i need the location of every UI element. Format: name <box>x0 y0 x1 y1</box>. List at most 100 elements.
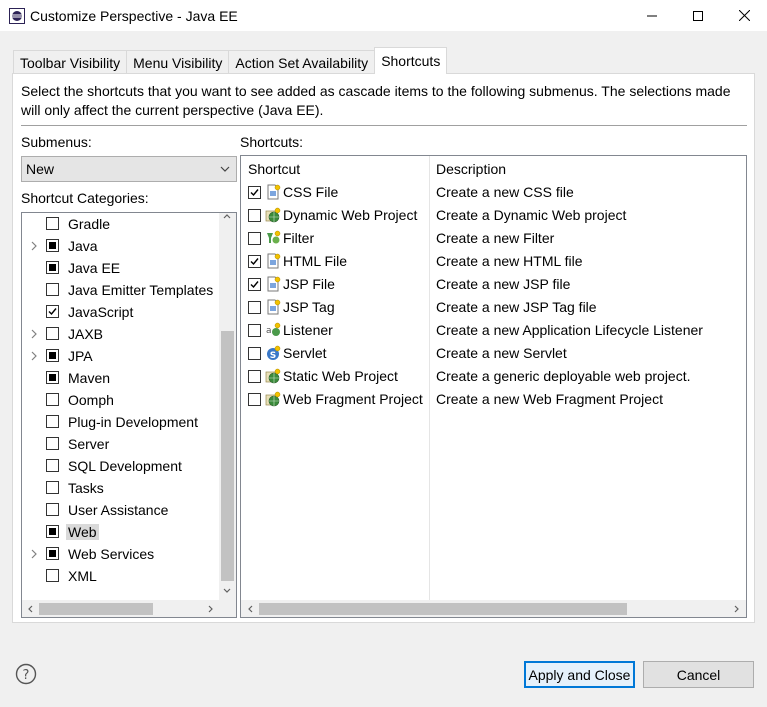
category-item[interactable]: Web <box>22 521 220 543</box>
category-item[interactable]: Tasks <box>22 477 220 499</box>
shortcut-checkbox[interactable] <box>248 347 261 360</box>
category-item[interactable]: JPA <box>22 345 220 367</box>
shortcut-checkbox[interactable] <box>248 186 261 199</box>
shortcut-checkbox[interactable] <box>248 232 261 245</box>
table-row[interactable]: Filter Create a new Filter <box>241 227 746 250</box>
shortcut-checkbox[interactable] <box>248 209 261 222</box>
shortcut-checkbox[interactable] <box>248 255 261 268</box>
shortcut-checkbox[interactable] <box>248 370 261 383</box>
servlet-icon: S <box>267 345 281 361</box>
horizontal-scroll-thumb[interactable] <box>259 603 627 615</box>
submenus-dropdown[interactable]: New <box>21 156 237 182</box>
category-item[interactable]: Gradle <box>22 213 220 235</box>
category-item[interactable]: User Assistance <box>22 499 220 521</box>
shortcut-checkbox[interactable] <box>248 278 261 291</box>
category-checkbox[interactable] <box>46 371 59 384</box>
shortcuts-horizontal-scrollbar[interactable] <box>241 600 746 617</box>
category-checkbox[interactable] <box>46 349 59 362</box>
category-item[interactable]: SQL Development <box>22 455 220 477</box>
shortcut-description: Create a new Servlet <box>436 345 567 361</box>
category-item[interactable]: Oomph <box>22 389 220 411</box>
shortcut-checkbox[interactable] <box>248 324 261 337</box>
category-item[interactable]: Web Services <box>22 543 220 565</box>
scroll-down-icon[interactable] <box>222 586 232 596</box>
category-item[interactable]: JavaScript <box>22 301 220 323</box>
shortcut-name: Static Web Project <box>283 368 398 384</box>
category-label: Web Services <box>68 546 155 562</box>
category-checkbox[interactable] <box>46 393 59 406</box>
tab-shortcuts[interactable]: Shortcuts <box>374 47 448 74</box>
category-item[interactable]: Java Emitter Templates <box>22 279 220 301</box>
vertical-scroll-thumb[interactable] <box>221 331 234 581</box>
table-row[interactable]: Dynamic Web Project Create a Dynamic Web … <box>241 204 746 227</box>
category-item[interactable]: Maven <box>22 367 220 389</box>
title-bar: Customize Perspective - Java EE <box>0 0 767 31</box>
separator <box>21 125 747 126</box>
category-checkbox[interactable] <box>46 327 59 340</box>
shortcut-checkbox[interactable] <box>248 301 261 314</box>
category-item[interactable]: JAXB <box>22 323 220 345</box>
scroll-left-icon[interactable] <box>245 604 255 614</box>
maximize-button[interactable] <box>675 0 721 31</box>
category-checkbox[interactable] <box>46 305 59 318</box>
category-checkbox[interactable] <box>46 283 59 296</box>
tab-action-set-availability[interactable]: Action Set Availability <box>228 50 376 74</box>
scroll-up-icon[interactable] <box>222 212 232 221</box>
table-row[interactable]: JSP File Create a new JSP file <box>241 273 746 296</box>
category-item[interactable]: Java <box>22 235 220 257</box>
table-row[interactable]: JSP Tag Create a new JSP Tag file <box>241 296 746 319</box>
scroll-right-icon[interactable] <box>206 604 216 614</box>
table-row[interactable]: a Listener Create a new Application Lifecy… <box>241 319 746 342</box>
shortcut-name: Filter <box>283 230 315 246</box>
table-row[interactable]: S Servlet Create a new Servlet <box>241 342 746 365</box>
shortcut-checkbox[interactable] <box>248 393 261 406</box>
category-label: Plug-in Development <box>68 414 198 430</box>
category-checkbox[interactable] <box>46 217 59 230</box>
table-row[interactable]: CSS File Create a new CSS file <box>241 181 746 204</box>
listener-icon: a <box>266 322 281 336</box>
horizontal-scroll-thumb[interactable] <box>39 603 153 615</box>
category-checkbox[interactable] <box>46 415 59 428</box>
close-button[interactable] <box>721 0 767 31</box>
category-checkbox[interactable] <box>46 525 59 538</box>
shortcut-name: JSP File <box>283 276 335 292</box>
scroll-left-icon[interactable] <box>25 604 35 614</box>
static-web-project-icon <box>265 368 281 384</box>
chevron-right-icon[interactable] <box>29 351 39 361</box>
table-row[interactable]: HTML File Create a new HTML file <box>241 250 746 273</box>
category-checkbox[interactable] <box>46 547 59 560</box>
category-item[interactable]: Java EE <box>22 257 220 279</box>
apply-and-close-button[interactable]: Apply and Close <box>524 661 635 688</box>
chevron-right-icon[interactable] <box>29 241 39 251</box>
column-header-shortcut[interactable]: Shortcut <box>248 161 300 177</box>
shortcut-description: Create a new Application Lifecycle Liste… <box>436 322 703 338</box>
category-checkbox[interactable] <box>46 503 59 516</box>
tab-menu-visibility[interactable]: Menu Visibility <box>126 50 230 74</box>
cancel-button[interactable]: Cancel <box>643 661 754 688</box>
chevron-right-icon[interactable] <box>29 549 39 559</box>
help-button[interactable]: ? <box>15 663 37 685</box>
category-item[interactable]: Plug-in Development <box>22 411 220 433</box>
category-item[interactable]: XML <box>22 565 220 587</box>
table-row[interactable]: Web Fragment Project Create a new Web Fra… <box>241 388 746 411</box>
category-checkbox[interactable] <box>46 569 59 582</box>
category-checkbox[interactable] <box>46 261 59 274</box>
category-checkbox[interactable] <box>46 239 59 252</box>
category-checkbox[interactable] <box>46 481 59 494</box>
tab-toolbar-visibility[interactable]: Toolbar Visibility <box>13 50 128 74</box>
chevron-right-icon[interactable] <box>29 329 39 339</box>
category-checkbox[interactable] <box>46 437 59 450</box>
eclipse-app-icon <box>9 7 25 24</box>
shortcut-description: Create a new JSP file <box>436 276 571 292</box>
categories-horizontal-scrollbar[interactable] <box>22 600 236 617</box>
category-item[interactable]: Server <box>22 433 220 455</box>
scroll-right-icon[interactable] <box>732 604 742 614</box>
minimize-button[interactable] <box>629 0 675 31</box>
categories-tree[interactable]: Gradle Java Java EE Java Emitter Templates J… <box>21 212 237 618</box>
shortcut-name: Dynamic Web Project <box>283 207 418 223</box>
category-checkbox[interactable] <box>46 459 59 472</box>
categories-vertical-scrollbar[interactable] <box>219 213 236 600</box>
table-row[interactable]: Static Web Project Create a generic deplo… <box>241 365 746 388</box>
shortcuts-table[interactable]: Shortcut Description CSS File Create a ne… <box>240 155 747 618</box>
column-header-description[interactable]: Description <box>436 161 506 177</box>
